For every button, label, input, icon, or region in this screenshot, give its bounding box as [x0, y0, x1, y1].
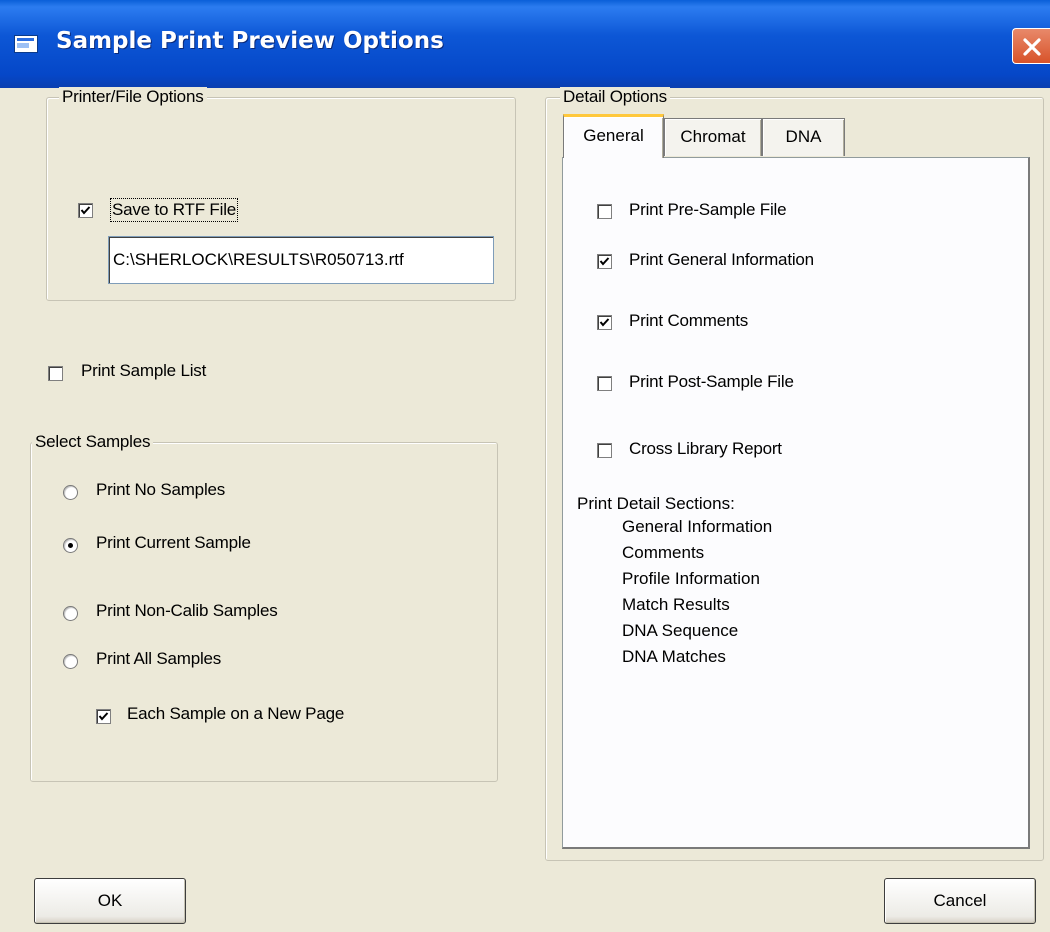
print-detail-sections-heading: Print Detail Sections: — [577, 494, 735, 513]
print-general-info-label[interactable]: Print General Information — [629, 250, 814, 270]
ok-button[interactable]: OK — [34, 878, 186, 924]
each-sample-new-page-label[interactable]: Each Sample on a New Page — [127, 704, 344, 724]
print-post-sample-checkbox[interactable] — [597, 376, 612, 391]
radio-print-all-samples[interactable] — [63, 654, 78, 669]
radio-print-current-sample[interactable] — [63, 538, 78, 553]
print-comments-label[interactable]: Print Comments — [629, 311, 748, 331]
checkmark-icon — [80, 206, 91, 215]
tab-chromat[interactable]: Chromat — [664, 118, 762, 156]
print-no-samples-label[interactable]: Print No Samples — [96, 480, 225, 500]
print-non-calib-samples-label[interactable]: Print Non-Calib Samples — [96, 601, 278, 621]
rtf-path-input[interactable]: C:\SHERLOCK\RESULTS\R050713.rtf — [108, 236, 494, 284]
print-all-samples-label[interactable]: Print All Samples — [96, 649, 221, 669]
print-current-sample-label[interactable]: Print Current Sample — [96, 533, 251, 553]
tab-general[interactable]: General — [563, 114, 664, 158]
print-pre-sample-label[interactable]: Print Pre-Sample File — [629, 200, 787, 220]
print-sample-list-checkbox[interactable] — [48, 366, 63, 381]
app-icon — [14, 35, 38, 53]
title-bar[interactable]: Sample Print Preview Options — [0, 0, 1050, 88]
detail-section-item: Comments — [622, 543, 705, 562]
checkmark-icon — [599, 257, 610, 266]
close-button[interactable] — [1012, 28, 1050, 64]
checkmark-icon — [98, 712, 109, 721]
print-post-sample-label[interactable]: Print Post-Sample File — [629, 372, 794, 392]
radio-print-no-samples[interactable] — [63, 485, 78, 500]
detail-section-item: Profile Information — [622, 569, 760, 588]
save-rtf-checkbox[interactable] — [78, 203, 93, 218]
print-sample-list-label[interactable]: Print Sample List — [81, 361, 206, 381]
detail-section-item: DNA Sequence — [622, 621, 739, 640]
detail-options-legend: Detail Options — [560, 87, 670, 107]
dialog-window: Sample Print Preview Options Printer/Fil… — [0, 0, 1050, 932]
detail-section-item: DNA Matches — [622, 647, 726, 666]
window-title: Sample Print Preview Options — [56, 28, 444, 54]
save-rtf-label[interactable]: Save to RTF File — [109, 198, 239, 222]
printer-file-options-legend: Printer/File Options — [59, 87, 207, 107]
each-sample-new-page-checkbox[interactable] — [96, 709, 111, 724]
print-general-info-checkbox[interactable] — [597, 254, 612, 269]
cross-library-report-label[interactable]: Cross Library Report — [629, 439, 782, 459]
detail-section-item: General Information — [622, 517, 773, 536]
select-samples-legend: Select Samples — [32, 432, 154, 452]
checkmark-icon — [599, 318, 610, 327]
cancel-button[interactable]: Cancel — [884, 878, 1036, 924]
cross-library-report-checkbox[interactable] — [597, 443, 612, 458]
detail-section-item: Match Results — [622, 595, 730, 614]
radio-print-non-calib-samples[interactable] — [63, 606, 78, 621]
close-icon — [1023, 38, 1041, 56]
print-comments-checkbox[interactable] — [597, 315, 612, 330]
print-pre-sample-checkbox[interactable] — [597, 204, 612, 219]
tab-dna[interactable]: DNA — [762, 118, 845, 156]
